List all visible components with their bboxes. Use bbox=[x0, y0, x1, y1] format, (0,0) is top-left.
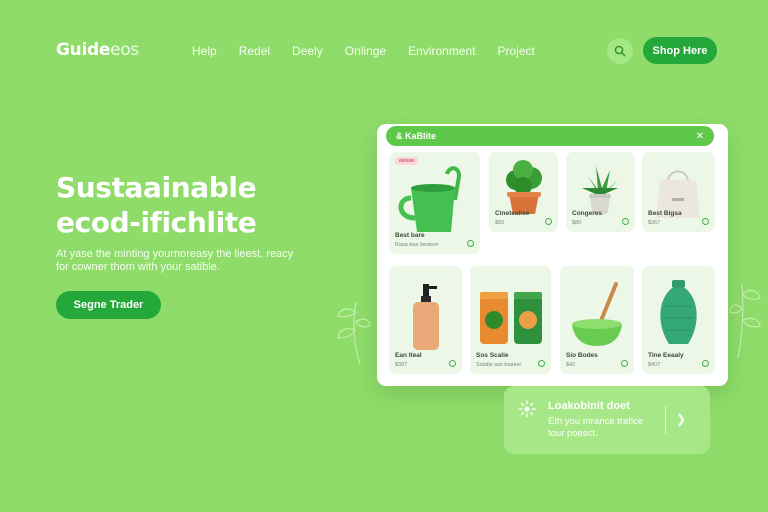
product-name: Tine Eeaaly bbox=[648, 352, 684, 359]
product-price: $367 bbox=[648, 220, 661, 226]
hero-desc-line-2: for cowner thom with your satible. bbox=[56, 261, 220, 273]
panel-title: & KaBlite bbox=[396, 131, 437, 141]
product-card[interactable]: eeisse Best bare Rasa bae bestore bbox=[389, 152, 480, 254]
nav-item-project[interactable]: Project bbox=[497, 44, 534, 58]
hero-desc-line-1: At yase the minting yournoreasy the liee… bbox=[56, 248, 294, 260]
add-to-cart-icon[interactable] bbox=[545, 218, 552, 225]
product-name: Best bare bbox=[395, 232, 425, 239]
product-card[interactable]: Sos Scalie Salatie sas boaker bbox=[470, 266, 551, 374]
logo-sub: eos bbox=[110, 40, 139, 60]
close-icon[interactable]: ✕ bbox=[696, 131, 704, 142]
chevron-right-icon[interactable]: ❯ bbox=[676, 412, 686, 426]
hero-description: At yase the minting yournoreasy the liee… bbox=[56, 248, 326, 274]
hero-title-line-2: ecod-ifichlite bbox=[56, 206, 257, 239]
product-name: Best Bigsa bbox=[648, 210, 682, 217]
promo-title: Loakobinit doet bbox=[548, 400, 630, 412]
nav-item-help[interactable]: Help bbox=[192, 44, 217, 58]
nav-item-environment[interactable]: Environment bbox=[408, 44, 475, 58]
leaf-branch-right-icon bbox=[729, 283, 761, 359]
promo-divider bbox=[665, 406, 666, 434]
promo-desc-line-2: tour poesct. bbox=[548, 428, 598, 439]
hero-title-line-1: Sustaainable bbox=[56, 171, 257, 204]
product-panel: & KaBlite ✕ eeisse Best bare Rasa bae be… bbox=[377, 124, 728, 386]
leaf-sparkle-icon bbox=[518, 400, 536, 418]
logo-main: Guide bbox=[56, 40, 111, 60]
product-card[interactable]: Sio Bodes $40 bbox=[560, 266, 634, 374]
product-card[interactable]: Ean Iteal $387 bbox=[389, 266, 462, 374]
product-price: Rasa bae bestore bbox=[395, 242, 439, 248]
search-button[interactable] bbox=[607, 38, 633, 64]
product-name: Congeres bbox=[572, 210, 602, 217]
product-price: Salatie sas boaker bbox=[476, 362, 522, 368]
nav-item-redel[interactable]: Redel bbox=[239, 44, 270, 58]
shop-here-button[interactable]: Shop Here bbox=[643, 37, 717, 64]
promo-card[interactable]: Loakobinit doet Eth you mrance trafice t… bbox=[504, 386, 710, 454]
promo-description: Eth you mrance trafice tour poesct. bbox=[548, 416, 658, 440]
product-card[interactable]: Congeres $80 bbox=[566, 152, 635, 232]
main-nav: Help Redel Deely Onlinge Environment Pro… bbox=[192, 44, 535, 58]
product-name: Sos Scalie bbox=[476, 352, 509, 359]
hero-cta-button[interactable]: Segne Trader bbox=[56, 291, 161, 319]
product-name: Sio Bodes bbox=[566, 352, 598, 359]
product-price: $387 bbox=[395, 362, 408, 368]
product-name: Cinetealise bbox=[495, 210, 530, 217]
product-price: $80 bbox=[572, 220, 582, 226]
nav-item-onlinge[interactable]: Onlinge bbox=[345, 44, 386, 58]
product-price: $80 bbox=[495, 220, 505, 226]
product-name: Ean Iteal bbox=[395, 352, 422, 359]
add-to-cart-icon[interactable] bbox=[702, 360, 709, 367]
hero-title: Sustaainable ecod-ifichlite bbox=[56, 170, 356, 240]
product-badge: eeisse bbox=[395, 157, 419, 165]
product-price: $407 bbox=[648, 362, 661, 368]
nav-item-deely[interactable]: Deely bbox=[292, 44, 323, 58]
add-to-cart-icon[interactable] bbox=[467, 240, 474, 247]
promo-desc-line-1: Eth you mrance trafice bbox=[548, 416, 644, 427]
add-to-cart-icon[interactable] bbox=[538, 360, 545, 367]
product-card[interactable]: Best Bigsa $367 bbox=[642, 152, 715, 232]
add-to-cart-icon[interactable] bbox=[449, 360, 456, 367]
product-card[interactable]: Cinetealise $80 bbox=[489, 152, 558, 232]
product-price: $40 bbox=[566, 362, 576, 368]
add-to-cart-icon[interactable] bbox=[702, 218, 709, 225]
add-to-cart-icon[interactable] bbox=[621, 360, 628, 367]
leaf-branch-left-icon bbox=[337, 301, 371, 365]
add-to-cart-icon[interactable] bbox=[622, 218, 629, 225]
product-card[interactable]: Tine Eeaaly $407 bbox=[642, 266, 715, 374]
search-icon bbox=[614, 45, 626, 57]
site-logo[interactable]: Guideeos bbox=[56, 40, 139, 60]
panel-header: & KaBlite ✕ bbox=[386, 126, 714, 146]
